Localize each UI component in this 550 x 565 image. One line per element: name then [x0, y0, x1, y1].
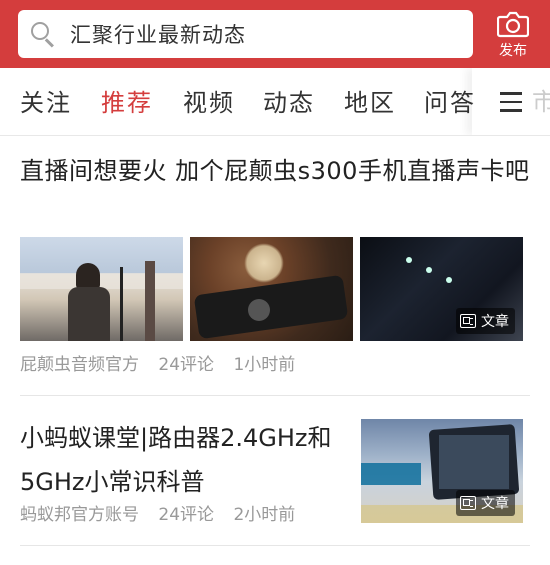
- article-thumbnail[interactable]: 文章: [360, 237, 523, 341]
- article-badge-label: 文章: [481, 496, 509, 512]
- divider: [20, 395, 530, 396]
- article-meta: 屁颠虫音频官方 24评论 1小时前: [20, 350, 309, 375]
- search-placeholder: 汇聚行业最新动态: [70, 23, 246, 47]
- search-icon: [30, 21, 56, 48]
- publish-label: 发布: [499, 43, 527, 59]
- channel-tabs: 关注 推荐 视频 动态 地区 问答 市: [0, 68, 550, 136]
- tab-dynamic[interactable]: 动态: [263, 83, 315, 118]
- article-badge: 文章: [456, 490, 515, 516]
- article-title[interactable]: 直播间想要火 加个屁颠虫s300手机直播声卡吧: [20, 152, 530, 190]
- tab-qa[interactable]: 问答: [424, 83, 476, 118]
- article-meta: 蚂蚁邦官方账号 24评论 2小时前: [20, 500, 309, 525]
- tab-overflow-hint: 市: [532, 82, 550, 117]
- article-comments: 24评论: [158, 505, 215, 525]
- camera-icon: [497, 11, 529, 38]
- article-title[interactable]: 小蚂蚁课堂|路由器2.4GHz和5GHz小常识科普: [20, 416, 340, 504]
- search-input[interactable]: 汇聚行业最新动态: [18, 10, 473, 58]
- top-bar: 汇聚行业最新动态 发布: [0, 0, 550, 68]
- article-badge: 文章: [456, 308, 515, 334]
- article-badge-label: 文章: [481, 314, 509, 330]
- article-time: 2小时前: [233, 505, 296, 525]
- tab-follow[interactable]: 关注: [20, 83, 72, 118]
- tab-recommend[interactable]: 推荐: [101, 83, 153, 118]
- article-thumbnail[interactable]: 文章: [361, 419, 523, 523]
- article-thumbnail[interactable]: [190, 237, 353, 341]
- publish-button[interactable]: 发布: [484, 8, 542, 62]
- article-icon: [460, 496, 476, 510]
- tab-video[interactable]: 视频: [183, 83, 235, 118]
- article-comments: 24评论: [158, 355, 215, 375]
- article-source[interactable]: 屁颠虫音频官方: [20, 355, 139, 375]
- tab-region[interactable]: 地区: [344, 83, 396, 118]
- article-source[interactable]: 蚂蚁邦官方账号: [20, 505, 139, 525]
- menu-icon[interactable]: [500, 92, 522, 118]
- divider: [20, 545, 530, 546]
- article-icon: [460, 314, 476, 328]
- article-thumbnail[interactable]: [20, 237, 183, 341]
- article-time: 1小时前: [233, 355, 296, 375]
